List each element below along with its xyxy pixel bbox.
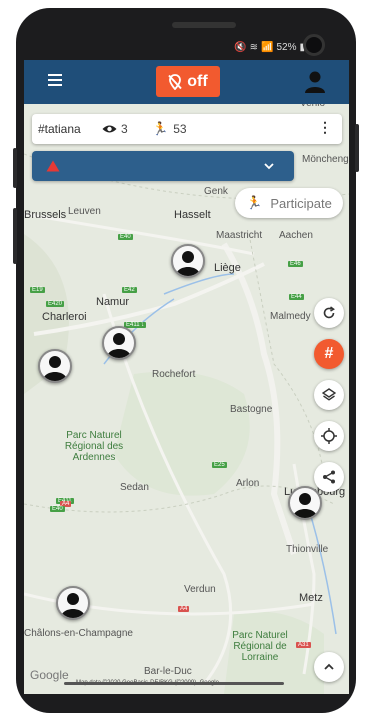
expand-up-button[interactable] bbox=[314, 652, 344, 682]
map-place-label: Hasselt bbox=[174, 209, 211, 221]
map-place-label: Maastricht bbox=[216, 230, 263, 241]
speaker bbox=[172, 22, 236, 28]
runner-icon: 🏃 bbox=[152, 121, 169, 136]
user-marker[interactable] bbox=[288, 486, 322, 520]
road-shield: E44 bbox=[289, 294, 304, 300]
runner-icon: 🏃 bbox=[246, 195, 263, 210]
tracking-off-button[interactable]: off bbox=[156, 66, 220, 97]
map-place-label: Arlon bbox=[236, 478, 260, 489]
avatar-icon bbox=[43, 356, 67, 381]
map-place-label: Metz bbox=[299, 592, 323, 604]
share-button[interactable] bbox=[314, 462, 344, 492]
avatar-icon bbox=[176, 251, 200, 276]
mute-icon: 🔇 bbox=[234, 41, 247, 53]
map-place-label: Namur bbox=[96, 296, 130, 308]
crosshair-icon bbox=[321, 428, 337, 444]
road-shield: E420 bbox=[46, 301, 65, 307]
views-count: 3 bbox=[121, 122, 128, 136]
map-place-label: Mönchengladbach bbox=[302, 154, 349, 165]
screen: Brussels Leuven Genk Hasselt Maastricht Aache… bbox=[24, 34, 349, 694]
user-marker[interactable] bbox=[102, 326, 136, 360]
signal-icon: 📶 bbox=[261, 41, 274, 53]
bixby-button bbox=[13, 208, 17, 264]
runners-count: 53 bbox=[173, 122, 187, 136]
chevron-down-icon[interactable] bbox=[264, 162, 274, 170]
hashtag-button[interactable]: # bbox=[314, 339, 344, 369]
road-shield: A31 bbox=[296, 642, 311, 648]
participate-label: Participate bbox=[270, 195, 332, 211]
session-info-bar: #tatiana 3 🏃 53 ⋮ bbox=[32, 114, 342, 144]
map-park-label: Parc Naturel Régional des Ardennes bbox=[64, 430, 124, 463]
avatar-icon bbox=[107, 333, 131, 358]
user-marker[interactable] bbox=[56, 586, 90, 620]
share-icon bbox=[323, 470, 335, 484]
map-place-label: Liège bbox=[214, 262, 241, 274]
app-bar: off bbox=[24, 60, 349, 104]
map-place-label: Charleroi bbox=[42, 311, 87, 323]
map-place-label: Brussels bbox=[24, 209, 67, 221]
road-shield: E25 bbox=[212, 462, 227, 468]
eye-icon bbox=[102, 125, 117, 133]
menu-icon[interactable] bbox=[48, 74, 62, 86]
user-marker[interactable] bbox=[171, 244, 205, 278]
my-location-button[interactable] bbox=[314, 421, 344, 451]
map-place-label: Genk bbox=[204, 186, 228, 197]
google-logo: Google bbox=[30, 668, 69, 682]
home-indicator[interactable] bbox=[64, 682, 284, 685]
map-place-label: Châlons-en-Champagne bbox=[24, 628, 133, 639]
map-place-label: Rochefort bbox=[152, 369, 196, 380]
alert-bar[interactable] bbox=[32, 151, 294, 181]
volume-button bbox=[13, 148, 17, 188]
road-shield: E19 bbox=[30, 287, 45, 293]
map-place-label: Sedan bbox=[120, 482, 149, 493]
runners-counter: 🏃 53 bbox=[152, 121, 187, 137]
map-place-label: Bar-le-Duc bbox=[144, 666, 192, 677]
more-vert-icon[interactable]: ⋮ bbox=[318, 120, 332, 134]
map-place-label: Leuven bbox=[68, 206, 101, 217]
power-button bbox=[355, 124, 359, 172]
road-shield: E46 bbox=[288, 261, 303, 267]
warning-icon bbox=[46, 160, 60, 172]
hashtag-label: # bbox=[324, 345, 334, 362]
chevron-up-icon bbox=[324, 663, 334, 670]
avatar-icon bbox=[61, 593, 85, 618]
road-shield: A4 bbox=[178, 606, 190, 612]
participate-button[interactable]: 🏃 Participate bbox=[235, 188, 343, 218]
map-place-label: Thionville bbox=[286, 544, 329, 555]
front-camera bbox=[303, 34, 325, 56]
map-place-label: Malmedy bbox=[270, 311, 311, 322]
layers-icon bbox=[322, 388, 336, 401]
map-park-label: Parc Naturel Régional de Lorraine bbox=[232, 630, 288, 663]
road-shield: E40 bbox=[118, 234, 133, 240]
map-place-label: Bastogne bbox=[230, 404, 273, 415]
avatar-icon bbox=[293, 493, 317, 518]
session-tag[interactable]: #tatiana bbox=[38, 122, 81, 136]
refresh-button[interactable] bbox=[314, 298, 344, 328]
road-shield: E42 bbox=[122, 287, 137, 293]
wifi-icon: ≋ bbox=[249, 41, 259, 53]
account-icon[interactable] bbox=[304, 70, 326, 94]
refresh-icon bbox=[323, 306, 335, 319]
status-bar: 🔇 ≋ 📶 52% ▮ bbox=[24, 34, 349, 60]
views-counter: 3 bbox=[102, 122, 128, 136]
battery-percent: 52% bbox=[276, 41, 297, 53]
road-shield: E40 bbox=[50, 506, 65, 512]
map-place-label: Verdun bbox=[184, 584, 216, 595]
layers-button[interactable] bbox=[314, 380, 344, 410]
user-marker[interactable] bbox=[38, 349, 72, 383]
map-place-label: Aachen bbox=[279, 230, 313, 241]
location-off-icon bbox=[168, 73, 183, 90]
off-label: off bbox=[187, 72, 208, 90]
